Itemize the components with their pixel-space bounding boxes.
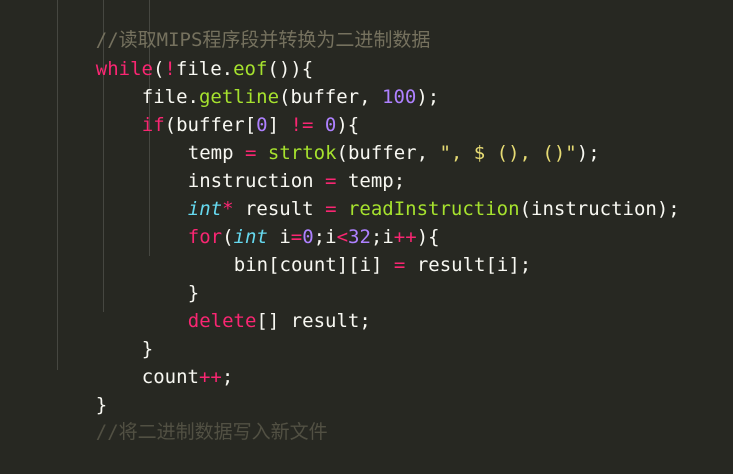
code-comment-top: //读取MIPS程序段并转换为二进制数据 — [50, 0, 431, 51]
keyword-delete: delete — [187, 310, 257, 332]
operator-increment: ++ — [198, 366, 222, 388]
code-line-count: count++; — [96, 335, 234, 388]
string-literal: ", $ (), ()" — [439, 142, 577, 164]
code-text: result[i]; — [405, 254, 532, 276]
code-text: (instruction); — [519, 198, 680, 220]
code-line-instruction: instruction = temp; — [142, 139, 405, 192]
code-line-delete: delete[] result; — [142, 279, 371, 332]
code-text: [] result; — [256, 310, 371, 332]
code-text: ); — [576, 142, 600, 164]
code-text: count — [141, 366, 199, 388]
code-line-if-close: } — [96, 307, 153, 360]
comment-text: //将二进制数据写入新文件 — [95, 421, 328, 443]
code-text: ); — [416, 86, 440, 108]
code-comment-bottom: //将二进制数据写入新文件 — [50, 390, 328, 443]
code-line-if: if(buffer[0] != 0){ — [96, 83, 359, 136]
code-line-bin-assign: bin[count][i] = result[i]; — [188, 223, 531, 276]
code-line-while-close: } — [50, 363, 107, 416]
code-line-for: for(int i=0;i<32;i++){ — [142, 195, 440, 248]
code-line-getline: file.getline(buffer, 100); — [96, 55, 439, 108]
code-text: ; — [221, 366, 234, 388]
code-text: bin[count][i] — [233, 254, 394, 276]
number-literal: 100 — [382, 86, 417, 108]
code-line-for-close: } — [142, 251, 199, 304]
code-line-strtok: temp = strtok(buffer, ", $ (), ()"); — [142, 111, 600, 164]
code-line-while: while(!file.eof()){ — [50, 27, 313, 80]
code-editor[interactable]: //读取MIPS程序段并转换为二进制数据 while(!file.eof()){… — [0, 0, 733, 443]
code-line-result: int* result = readInstruction(instructio… — [142, 167, 680, 220]
operator-assign: = — [393, 254, 406, 276]
